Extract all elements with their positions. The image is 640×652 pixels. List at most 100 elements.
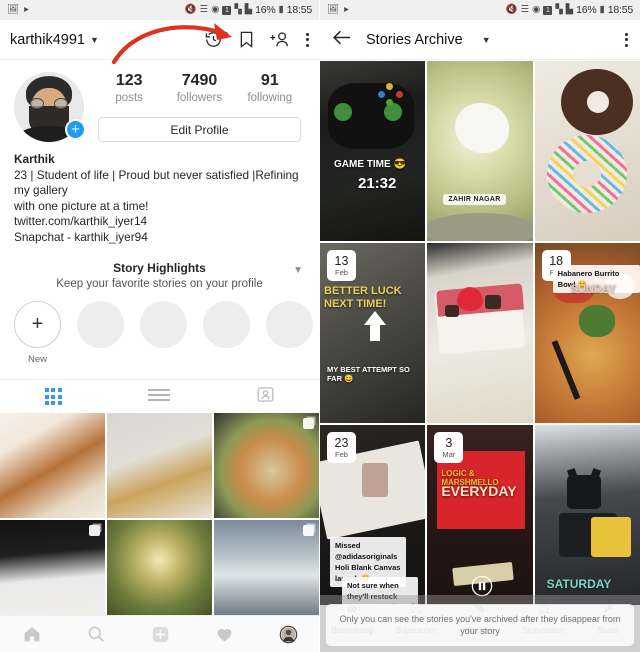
bookmark-icon[interactable] <box>238 30 255 49</box>
story-text-secondary: SUNDAY <box>571 283 616 295</box>
bio-link-twitter[interactable]: twitter.com/karthik_iyer14 <box>14 214 305 230</box>
screenshot-pair: 🖼 ▸ 🔇 ☰ ◉ 1 ▚ ▙ 16% ▮ 18:55 karthik4991 … <box>0 0 640 652</box>
date-month: Feb <box>327 269 356 277</box>
story-red-velvet-cake[interactable] <box>427 243 532 423</box>
followers-count: 7490 <box>164 72 234 90</box>
tagged-tab[interactable] <box>213 380 319 413</box>
wifi-icon: ◉ <box>211 5 219 15</box>
overflow-menu-icon[interactable] <box>625 33 628 47</box>
profile-bio: Karthik 23 | Student of life | Proud but… <box>0 142 319 245</box>
nav-home[interactable] <box>0 625 64 643</box>
highlights-title: Story Highlights <box>0 261 319 275</box>
signal2-icon: ▙ <box>566 5 573 15</box>
bottom-navigation <box>0 615 320 652</box>
archive-clock-icon[interactable] <box>204 30 223 49</box>
story-game-time[interactable]: GAME TIME 😎 21:32 <box>320 61 425 241</box>
up-arrow-icon <box>362 309 388 343</box>
grid-tab[interactable] <box>0 380 106 413</box>
profile-username[interactable]: karthik4991 <box>10 32 85 48</box>
cell-yeezy-sneakers-post[interactable] <box>0 520 105 625</box>
heart-icon <box>215 625 234 644</box>
story-donuts[interactable] <box>535 61 640 241</box>
date-day: 23 <box>327 437 356 450</box>
nav-search[interactable] <box>64 625 128 643</box>
battery-icon: ▮ <box>278 5 283 15</box>
archive-title: Stories Archive <box>366 32 463 48</box>
play-icon: ▸ <box>344 5 349 15</box>
instagram-profile-screen: 🖼 ▸ 🔇 ☰ ◉ 1 ▚ ▙ 16% ▮ 18:55 karthik4991 … <box>0 0 320 652</box>
following-label: following <box>235 92 305 104</box>
tagged-person-icon <box>257 386 274 408</box>
stat-followers[interactable]: 7490 followers <box>164 72 234 104</box>
play-icon: ▸ <box>24 5 29 15</box>
story-zahir-nagar-food[interactable]: ZAHIR NAGAR <box>427 61 532 241</box>
chevron-down-icon[interactable]: ▼ <box>482 35 491 45</box>
list-tab[interactable] <box>106 380 212 413</box>
story-pubg-better-luck[interactable]: 13 Feb BETTER LUCK NEXT TIME! MY BEST AT… <box>320 243 425 423</box>
story-adidas-holi-launch[interactable]: 23 Feb Missed @adidasoriginals Holi Blan… <box>320 425 425 605</box>
stat-posts[interactable]: 123 posts <box>94 72 164 104</box>
highlight-placeholder[interactable] <box>266 301 313 365</box>
nav-activity[interactable] <box>192 625 256 644</box>
nav-profile[interactable] <box>256 625 320 644</box>
cell-sunset-trees-post[interactable] <box>107 520 212 625</box>
status-bar: 🖼 ▸ 🔇 ☰ ◉ 1 ▚ ▙ 16% ▮ 18:55 <box>320 0 640 20</box>
add-story-plus-icon[interactable]: + <box>65 119 86 140</box>
followers-label: followers <box>164 92 234 104</box>
mute-icon: 🔇 <box>506 5 518 15</box>
date-month: Feb <box>327 451 356 459</box>
story-logic-marshmello-everyday[interactable]: 3 Mar LOGIC & MARSHMELLO EVERYDAY <box>427 425 532 605</box>
story-lego-batman-saturday[interactable]: SATURDAY <box>535 425 640 605</box>
discover-people-icon[interactable] <box>270 30 291 49</box>
signal-icon: ▚ <box>234 5 241 15</box>
bio-line-1: 23 | Student of life | Proud but never s… <box>14 168 305 199</box>
chevron-down-icon[interactable]: ▼ <box>293 265 303 276</box>
highlights-subtitle: Keep your favorite stories on your profi… <box>0 278 319 290</box>
date-day: 3 <box>434 437 463 450</box>
highlight-placeholder[interactable] <box>140 301 187 365</box>
highlight-new[interactable]: + New <box>14 301 61 365</box>
pause-icon[interactable] <box>471 575 493 597</box>
vibrate-icon: ☰ <box>521 5 530 15</box>
back-arrow-icon[interactable] <box>332 29 352 51</box>
cell-bb8-droid-post[interactable] <box>107 413 212 518</box>
story-text-primary: SATURDAY <box>547 577 612 591</box>
bio-line-2: with one picture at a time! <box>14 199 305 215</box>
signal2-icon: ▙ <box>245 5 252 15</box>
clock-time: 18:55 <box>608 4 633 16</box>
highlight-placeholder[interactable] <box>203 301 250 365</box>
cell-pizza-post[interactable] <box>214 413 319 518</box>
highlight-placeholder[interactable] <box>77 301 124 365</box>
archive-info-toast: Only you can see the stories you've arch… <box>326 604 634 646</box>
profile-header: karthik4991 ▼ <box>0 20 319 60</box>
chevron-down-icon[interactable]: ▼ <box>90 35 99 45</box>
mute-icon: 🔇 <box>185 5 197 15</box>
avatar[interactable]: + <box>14 72 84 142</box>
search-icon <box>87 625 105 643</box>
date-day: 13 <box>327 255 356 268</box>
stories-archive-screen: 🖼 ▸ 🔇 ☰ ◉ 1 ▚ ▙ 16% ▮ 18:55 Stories A <box>320 0 640 652</box>
battery-percent: 16% <box>255 4 275 16</box>
signal-icon: ▚ <box>555 5 562 15</box>
story-archive-grid: GAME TIME 😎 21:32 ZAHIR NAGAR 13 Feb <box>320 60 640 605</box>
edit-profile-button[interactable]: Edit Profile <box>98 117 301 142</box>
story-date-badge: 3 Mar <box>434 432 463 463</box>
profile-tabs <box>0 379 319 413</box>
profile-summary: + 123 posts 7490 followers 91 following <box>0 60 319 142</box>
nav-add-post[interactable] <box>128 625 192 644</box>
story-habanero-burrito-bowl[interactable]: 18 Feb Habanero Burrito Bowl 😋 SUNDAY <box>535 243 640 423</box>
vibrate-icon: ☰ <box>200 5 209 15</box>
cell-cake-icecream-post[interactable] <box>0 413 105 518</box>
story-highlights-row: + New <box>0 290 319 365</box>
home-icon <box>23 625 41 643</box>
stat-following[interactable]: 91 following <box>235 72 305 104</box>
date-month: Mar <box>434 451 463 459</box>
story-text-secondary: MY BEST ATTEMPT SO FAR 😄 <box>327 365 422 383</box>
profile-stats: 123 posts 7490 followers 91 following <box>94 72 305 104</box>
cell-airplane-wing-post[interactable] <box>214 520 319 625</box>
story-text-primary: GAME TIME 😎 <box>334 159 406 170</box>
overflow-menu-icon[interactable] <box>306 33 309 47</box>
battery-percent: 16% <box>576 4 596 16</box>
profile-display-name: Karthik <box>14 152 305 168</box>
story-highlights-header: Story Highlights Keep your favorite stor… <box>0 245 319 290</box>
